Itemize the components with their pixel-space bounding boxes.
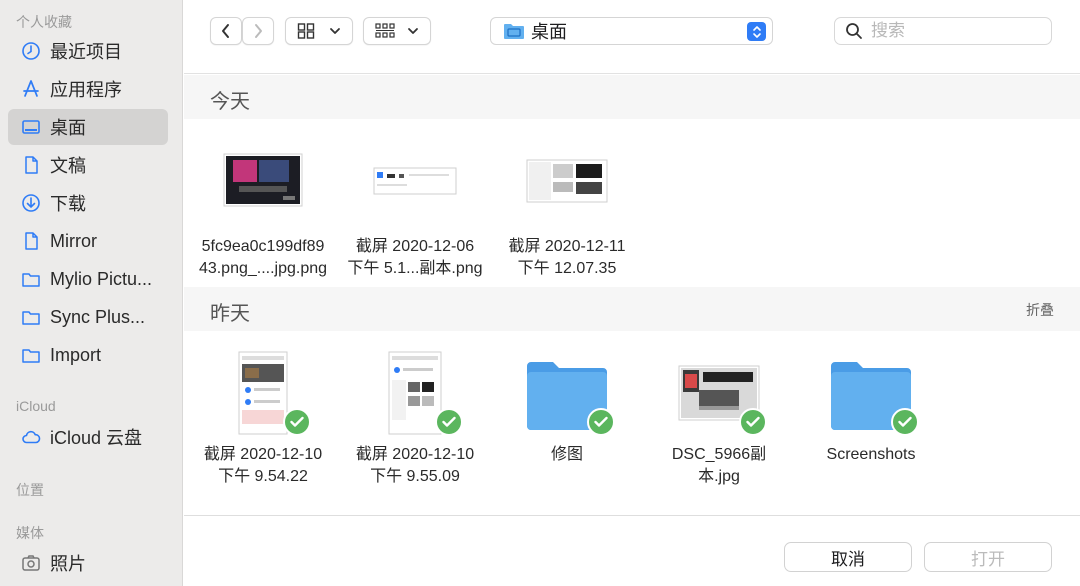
location-label: 桌面 xyxy=(531,22,567,42)
up-down-stepper-icon xyxy=(747,22,766,41)
sidebar-item-label: 文稿 xyxy=(50,156,86,176)
file-name: 5fc9ea0c199df89 43.png_....jpg.png xyxy=(198,238,328,277)
clock-icon xyxy=(20,40,42,62)
synced-check-icon xyxy=(435,408,463,436)
toolbar: 桌面 xyxy=(184,0,1080,74)
folder-name: Screenshots xyxy=(826,446,916,463)
search-icon xyxy=(846,23,862,39)
synced-check-icon xyxy=(739,408,767,436)
sidebar-item-label: 下载 xyxy=(50,194,86,214)
sidebar-item-desktop[interactable]: 桌面 xyxy=(8,109,168,145)
location-popup[interactable]: 桌面 xyxy=(490,17,773,45)
document-icon xyxy=(20,230,42,252)
section-title: 今天 xyxy=(210,91,250,113)
view-mode-button[interactable] xyxy=(285,17,353,45)
group-mode-button[interactable] xyxy=(363,17,431,45)
back-button[interactable] xyxy=(210,17,242,45)
open-button[interactable]: 打开 xyxy=(924,542,1052,572)
sidebar-item-label: 桌面 xyxy=(50,118,86,138)
file-item[interactable]: 截屏 2020-12-10 下午 9.54.22 xyxy=(188,350,338,488)
folder-name: 修图 xyxy=(550,446,583,463)
sidebar-item-import[interactable]: Import xyxy=(8,337,168,373)
synced-check-icon xyxy=(587,408,615,436)
folder-icon xyxy=(20,268,42,290)
download-icon xyxy=(20,192,42,214)
folder-item[interactable]: 修图 xyxy=(492,350,642,466)
folder-item[interactable]: Screenshots xyxy=(796,350,946,466)
locations-section-title: 位置 xyxy=(16,482,44,498)
camera-icon xyxy=(20,552,42,574)
file-item[interactable]: 截屏 2020-12-11 下午 12.07.35 xyxy=(492,150,642,280)
file-name: 截屏 2020-12-11 下午 12.07.35 xyxy=(508,238,626,277)
sidebar-item-label: 应用程序 xyxy=(50,80,122,100)
file-name: 截屏 2020-12-06 下午 5.1...副本.png xyxy=(347,238,483,277)
chevron-right-icon xyxy=(255,24,262,38)
screenshot-thumbnail xyxy=(223,350,311,436)
group-grid-icon xyxy=(375,23,395,38)
sidebar-item-label: iCloud 云盘 xyxy=(50,428,143,448)
synced-check-icon xyxy=(891,408,919,436)
file-name: 截屏 2020-12-10 下午 9.55.09 xyxy=(355,446,475,485)
chevron-left-icon xyxy=(222,24,229,38)
desktop-folder-icon xyxy=(504,24,524,39)
section-header-yesterday: 昨天 折叠 xyxy=(184,287,1080,331)
sidebar-item-downloads[interactable]: 下载 xyxy=(8,185,168,221)
grid-icon xyxy=(297,23,315,39)
file-name: 截屏 2020-12-10 下午 9.54.22 xyxy=(203,446,323,485)
synced-check-icon xyxy=(283,408,311,436)
favorites-section-title: 个人收藏 xyxy=(16,14,72,30)
apps-icon xyxy=(20,78,42,100)
photo-thumbnail xyxy=(677,350,767,436)
sidebar-item-mirror[interactable]: Mirror xyxy=(8,223,168,259)
sidebar-item-label: Mylio Pictu... xyxy=(50,268,153,289)
folder-icon xyxy=(20,306,42,328)
file-name: DSC_5966副 本.jpg xyxy=(671,446,767,485)
section-header-today: 今天 xyxy=(184,75,1080,119)
screenshot-thumbnail xyxy=(373,150,457,210)
sidebar: 个人收藏 最近项目 应用程序 桌面 文稿 下载 Mirror Mylio Pic… xyxy=(0,0,183,586)
document-icon xyxy=(20,154,42,176)
sidebar-item-label: Mirror xyxy=(50,230,97,251)
folder-icon xyxy=(525,350,615,436)
screenshot-thumbnail xyxy=(223,150,303,210)
cancel-button[interactable]: 取消 xyxy=(784,542,912,572)
file-item[interactable]: 5fc9ea0c199df89 43.png_....jpg.png xyxy=(188,150,338,280)
file-item[interactable]: 截屏 2020-12-06 下午 5.1...副本.png xyxy=(340,150,490,280)
sidebar-item-icloud-drive[interactable]: iCloud 云盘 xyxy=(8,419,168,455)
file-item[interactable]: DSC_5966副 本.jpg xyxy=(644,350,794,488)
search-input[interactable] xyxy=(871,21,1031,41)
sidebar-item-label: Import xyxy=(50,344,102,365)
desktop-icon xyxy=(20,116,42,138)
sidebar-item-documents[interactable]: 文稿 xyxy=(8,147,168,183)
folder-icon xyxy=(20,344,42,366)
cloud-icon xyxy=(20,426,42,448)
footer-divider xyxy=(184,515,1080,516)
chevron-down-icon xyxy=(408,28,418,34)
file-item[interactable]: 截屏 2020-12-10 下午 9.55.09 xyxy=(340,350,490,488)
sidebar-item-photos[interactable]: 照片 xyxy=(8,545,168,581)
forward-button[interactable] xyxy=(242,17,274,45)
chevron-down-icon xyxy=(330,28,340,34)
sidebar-item-sync-plus[interactable]: Sync Plus... xyxy=(8,299,168,335)
section-title: 昨天 xyxy=(210,303,250,325)
sidebar-item-label: 照片 xyxy=(50,554,86,574)
sidebar-item-mylio[interactable]: Mylio Pictu... xyxy=(8,261,168,297)
sidebar-item-label: 最近项目 xyxy=(50,42,122,62)
icloud-section-title: iCloud xyxy=(16,398,56,414)
sidebar-item-recents[interactable]: 最近项目 xyxy=(8,33,168,69)
sidebar-item-label: Sync Plus... xyxy=(50,306,146,327)
screenshot-thumbnail xyxy=(526,150,608,210)
screenshot-thumbnail xyxy=(375,350,463,436)
media-section-title: 媒体 xyxy=(16,525,44,541)
sidebar-item-applications[interactable]: 应用程序 xyxy=(8,71,168,107)
folder-icon xyxy=(829,350,919,436)
search-field[interactable] xyxy=(834,17,1052,45)
collapse-button[interactable]: 折叠 xyxy=(1026,300,1054,320)
